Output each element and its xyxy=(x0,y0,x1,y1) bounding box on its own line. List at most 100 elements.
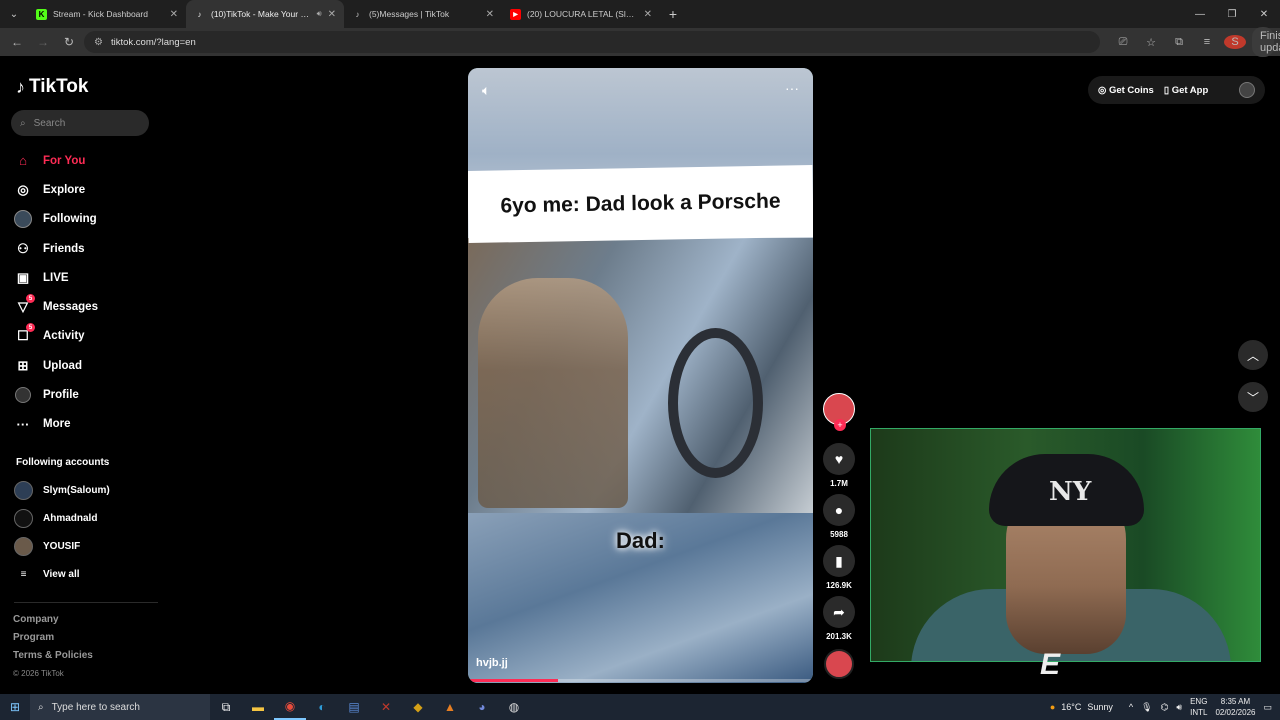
tiktok-note-icon: ♪ xyxy=(16,76,25,97)
tab-search-icon[interactable]: ⌄ xyxy=(0,0,28,28)
network-icon[interactable]: ⌬ xyxy=(1161,702,1169,713)
nav-item-explore[interactable]: ◎ Explore xyxy=(14,175,154,204)
previous-video-button[interactable]: ︿ xyxy=(1238,340,1268,370)
nav-item-messages[interactable]: ▽ 5 Messages xyxy=(14,292,154,321)
finish-update-button[interactable]: Finish update⋮ xyxy=(1252,27,1280,57)
video-player[interactable]: 6yo me: Dad look a Porsche Dad: 🔈︎ ··· h… xyxy=(468,68,813,683)
forward-icon[interactable]: → xyxy=(32,35,54,49)
user-avatar[interactable] xyxy=(1239,82,1255,98)
install-app-icon[interactable]: ⎚ xyxy=(1112,36,1134,49)
obs-icon[interactable]: ◍ xyxy=(498,694,530,720)
media-control-icon[interactable]: ≡ xyxy=(1196,36,1218,48)
brand-name: TikTok xyxy=(29,76,89,97)
more-options-icon[interactable]: ··· xyxy=(785,80,799,96)
video-author[interactable]: hvjb.jj xyxy=(476,657,508,669)
notifications-icon[interactable]: ▭ xyxy=(1263,702,1272,713)
profile-avatar[interactable]: S xyxy=(1224,35,1246,49)
bookmark-icon[interactable]: ▮ xyxy=(823,545,855,577)
footer-link-program[interactable]: Program xyxy=(13,629,93,647)
nav-item-upload[interactable]: ⊞ Upload xyxy=(14,351,154,380)
bookmark-action[interactable]: ▮ 126.9K xyxy=(823,545,855,591)
app-icon[interactable]: ▤ xyxy=(338,694,370,720)
discord-icon[interactable]: ◕ xyxy=(466,694,498,720)
follow-plus-icon[interactable]: + xyxy=(834,419,846,431)
windows-start-icon[interactable]: ⊞ xyxy=(0,700,30,714)
following-account-item[interactable]: Slym(Saloum) xyxy=(14,476,154,504)
comment-icon[interactable]: ● xyxy=(823,494,855,526)
close-icon[interactable]: ✕ xyxy=(328,9,336,20)
following-account-item[interactable]: YOUSIF xyxy=(14,532,154,560)
restore-icon[interactable]: ❐ xyxy=(1216,9,1248,20)
nav-item-following[interactable]: Following xyxy=(14,205,154,234)
chevron-up-icon[interactable]: ^ xyxy=(1129,702,1133,712)
nav-item-friends[interactable]: ⚇ Friends xyxy=(14,234,154,263)
nav-item-more[interactable]: ··· More xyxy=(14,410,154,439)
new-tab-button[interactable]: + xyxy=(660,6,686,22)
nav-item-live[interactable]: ▣ LIVE xyxy=(14,263,154,292)
like-action[interactable]: ♥ 1.7M xyxy=(823,443,855,489)
search-input[interactable]: ⌕ Search xyxy=(11,110,149,136)
chevron-up-icon: ︿ xyxy=(1246,348,1259,363)
app-icon[interactable]: ◆ xyxy=(402,694,434,720)
extensions-icon[interactable]: ⧉ xyxy=(1168,36,1190,49)
clock[interactable]: 8:35 AM 02/02/2026 xyxy=(1215,696,1255,718)
messages-icon: ▽ 5 xyxy=(14,294,35,316)
video-caption-top: 6yo me: Dad look a Porsche xyxy=(468,164,813,244)
browser-tab-active[interactable]: ♪ (10)TikTok - Make Your Day 🔊︎ ✕ xyxy=(186,0,344,28)
browser-tab[interactable]: ▶ (20) LOUCURA LETAL (Slowed) ✕ xyxy=(502,0,660,28)
heart-icon[interactable]: ♥ xyxy=(823,443,855,475)
footer-link-terms[interactable]: Terms & Policies xyxy=(13,647,93,665)
nav-item-activity[interactable]: ☐ 5 Activity xyxy=(14,322,154,351)
following-account-item[interactable]: Ahmadnald xyxy=(14,504,154,532)
nav-item-profile[interactable]: Profile xyxy=(14,380,154,409)
speaker-icon[interactable]: 🔊︎ xyxy=(317,9,322,19)
get-app-label: Get App xyxy=(1171,84,1209,96)
footer-link-company[interactable]: Company xyxy=(13,611,93,629)
close-icon[interactable]: ✕ xyxy=(170,9,178,20)
chrome-icon[interactable]: ◉ xyxy=(274,694,306,720)
app-icon[interactable]: ✕ xyxy=(370,694,402,720)
taskbar-search[interactable]: ⌕ Type here to search xyxy=(30,694,210,720)
nav-item-for-you[interactable]: ⌂ For You xyxy=(14,146,154,175)
avatar xyxy=(14,536,33,556)
task-view-icon[interactable]: ⧉ xyxy=(210,694,242,720)
bookmark-star-icon[interactable]: ☆ xyxy=(1140,36,1162,49)
back-icon[interactable]: ← xyxy=(6,35,28,49)
language-indicator[interactable]: ENG INTL xyxy=(1190,696,1207,718)
minimize-icon[interactable]: — xyxy=(1184,9,1216,20)
tiktok-logo[interactable]: ♪ TikTok xyxy=(16,76,88,98)
video-actions: + ♥ 1.7M ● 5988 ▮ 126.9K ➦ 201.3K xyxy=(822,393,856,679)
file-explorer-icon[interactable]: ▬ xyxy=(242,694,274,720)
browser-tab[interactable]: ♪ (5)Messages | TikTok ✕ xyxy=(344,0,502,28)
microphone-icon[interactable]: 🎙︎ xyxy=(1141,702,1152,713)
nav-label: Explore xyxy=(43,183,86,196)
nav-label: For You xyxy=(43,154,86,167)
compass-icon: ◎ xyxy=(17,181,29,197)
creator-avatar[interactable]: + xyxy=(823,393,855,431)
volume-icon[interactable]: 🔈︎ xyxy=(482,82,490,99)
comment-action[interactable]: ● 5988 xyxy=(823,494,855,540)
view-all-link[interactable]: ≡ View all xyxy=(14,560,154,588)
share-icon[interactable]: ➦ xyxy=(823,596,855,628)
nav-label: Profile xyxy=(43,389,79,402)
video-progress-bar[interactable] xyxy=(468,679,813,682)
get-coins-button[interactable]: ◎ Get Coins xyxy=(1098,85,1154,96)
get-app-button[interactable]: ▯ Get App xyxy=(1164,85,1208,96)
music-disc-icon[interactable] xyxy=(824,649,854,679)
close-window-icon[interactable]: ✕ xyxy=(1248,9,1280,20)
weather-widget[interactable]: ● 16°C Sunny xyxy=(1050,702,1113,712)
next-video-button[interactable]: ﹀ xyxy=(1238,382,1268,412)
app-icon[interactable]: ▲ xyxy=(434,694,466,720)
url-text: tiktok.com/?lang=en xyxy=(110,36,196,48)
share-action[interactable]: ➦ 201.3K xyxy=(823,596,855,642)
browser-tab[interactable]: K Stream - Kick Dashboard ✕ xyxy=(28,0,186,28)
url-field[interactable]: ⚙ tiktok.com/?lang=en xyxy=(84,31,1100,53)
reload-icon[interactable]: ↻ xyxy=(58,35,80,49)
nav-label: Activity xyxy=(43,330,85,343)
volume-icon[interactable]: 🔊︎ xyxy=(1176,702,1182,713)
site-info-icon[interactable]: ⚙ xyxy=(94,37,103,48)
edge-icon[interactable]: ◐ xyxy=(306,694,338,720)
close-icon[interactable]: ✕ xyxy=(644,9,652,20)
finish-update-label: Finish update xyxy=(1260,30,1280,54)
close-icon[interactable]: ✕ xyxy=(486,9,494,20)
